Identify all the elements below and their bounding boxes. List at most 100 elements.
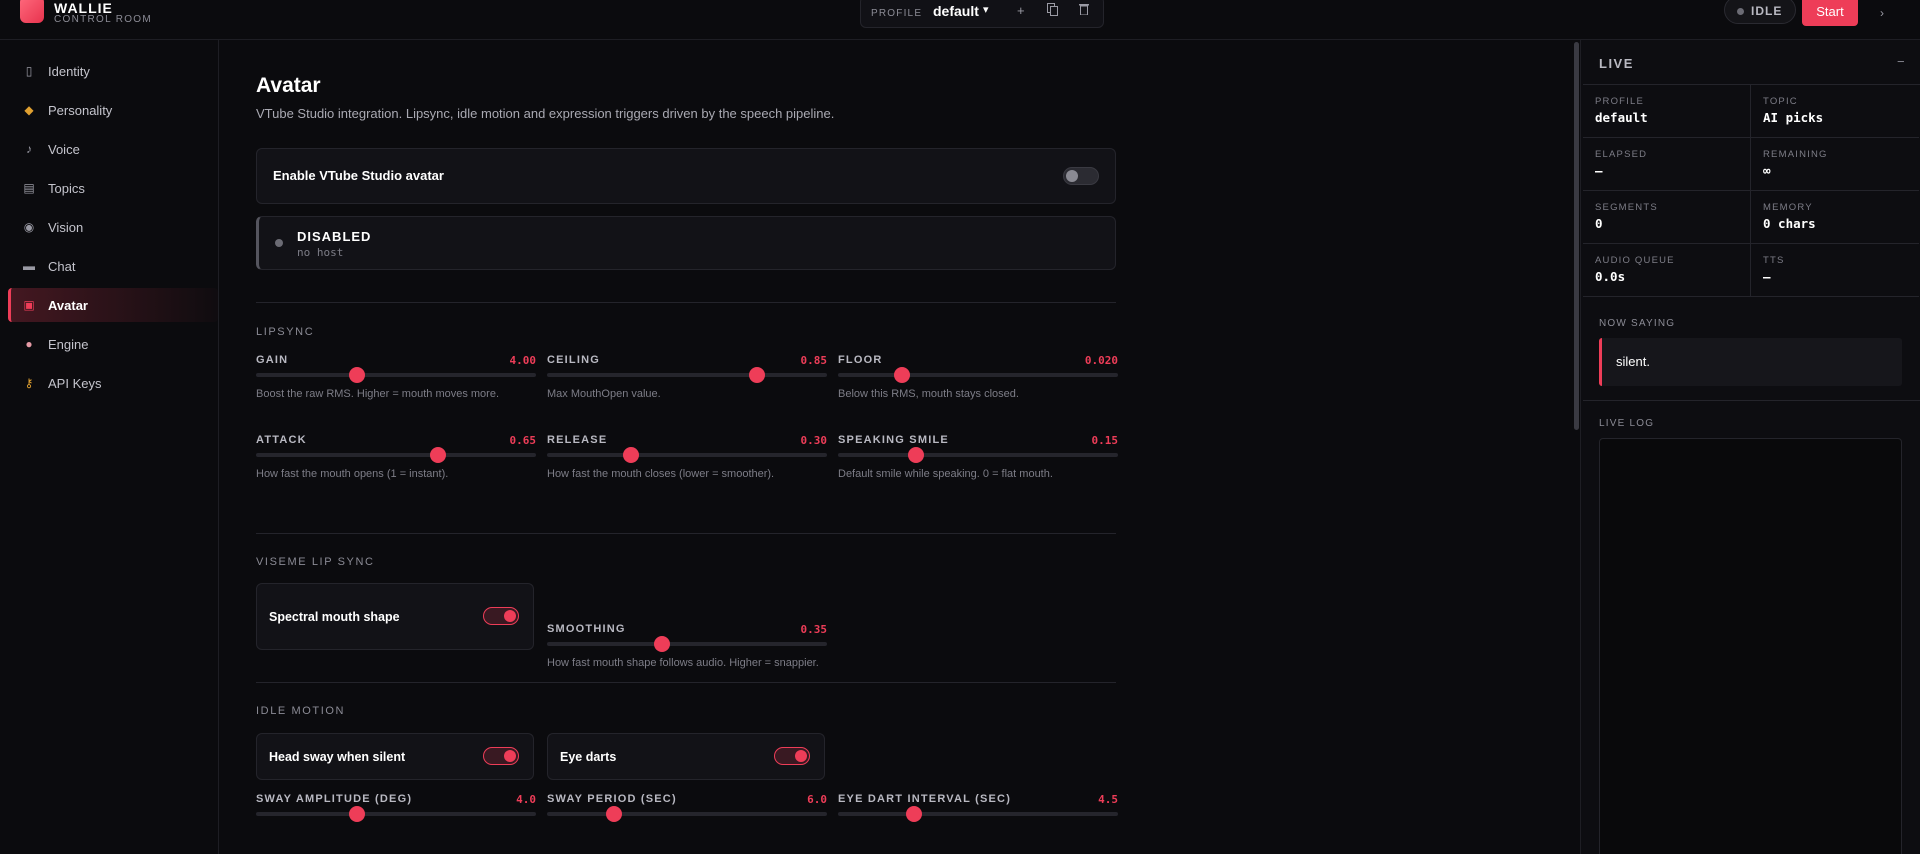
spectral-mouth-label: Spectral mouth shape xyxy=(269,610,400,624)
slider-thumb[interactable] xyxy=(894,367,911,383)
spectral-mouth-card: Spectral mouth shape xyxy=(256,583,534,650)
stat-key: MEMORY xyxy=(1763,202,1813,213)
slider-help: Below this RMS, mouth stays closed. xyxy=(838,388,1019,400)
stat-segments: SEGMENTS 0 xyxy=(1583,191,1751,244)
sidebar-item-vision[interactable]: ◉ Vision xyxy=(8,210,218,244)
slider-help: How fast the mouth closes (lower = smoot… xyxy=(547,468,775,480)
live-panel-title: LIVE xyxy=(1599,56,1634,71)
sidebar-item-label: Topics xyxy=(48,180,85,196)
live-stats-grid: PROFILE default TOPIC AI picks ELAPSED —… xyxy=(1583,84,1920,340)
sidebar-item-topics[interactable]: ▤ Topics xyxy=(8,171,218,205)
slider-label: CEILING xyxy=(547,354,601,366)
sway-period-slider[interactable]: SWAY PERIOD (SEC) 6.0 xyxy=(547,793,827,837)
eye-dart-interval-slider[interactable]: EYE DART INTERVAL (SEC) 4.5 xyxy=(838,793,1118,837)
gain-slider[interactable]: GAIN 4.00 Boost the raw RMS. Higher = mo… xyxy=(256,354,537,400)
slider-track[interactable] xyxy=(256,367,536,383)
floor-slider[interactable]: FLOOR 0.020 Below this RMS, mouth stays … xyxy=(838,354,1118,400)
slider-thumb[interactable] xyxy=(348,367,365,383)
slider-thumb[interactable] xyxy=(908,447,925,463)
masks-icon: ◆ xyxy=(24,103,34,117)
now-saying-text: silent. xyxy=(1616,354,1650,369)
sidebar-item-personality[interactable]: ◆ Personality xyxy=(8,93,218,127)
slider-thumb[interactable] xyxy=(348,806,365,822)
stat-memory: MEMORY 0 chars xyxy=(1751,191,1919,244)
sidebar-item-label: Voice xyxy=(48,141,80,157)
toggle-knob xyxy=(504,610,516,622)
slider-track[interactable] xyxy=(547,367,827,383)
release-slider[interactable]: RELEASE 0.30 How fast the mouth closes (… xyxy=(547,434,827,480)
stat-value: 0.0s xyxy=(1595,269,1626,284)
eye-darts-toggle[interactable] xyxy=(774,747,810,765)
speaking-smile-slider[interactable]: SPEAKING SMILE 0.15 Default smile while … xyxy=(838,434,1118,480)
avatar-icon: ▣ xyxy=(23,298,35,312)
slider-help: How fast the mouth opens (1 = instant). xyxy=(256,468,449,480)
head-sway-label: Head sway when silent xyxy=(269,750,406,764)
slider-thumb[interactable] xyxy=(623,447,639,463)
page-description: VTube Studio integration. Lipsync, idle … xyxy=(256,106,835,121)
slider-value: 4.5 xyxy=(1098,793,1118,806)
slider-thumb[interactable] xyxy=(905,806,922,822)
sidebar-item-engine[interactable]: ● Engine xyxy=(8,327,218,361)
slider-track[interactable] xyxy=(547,636,827,652)
slider-track[interactable] xyxy=(838,447,1118,463)
head-sway-toggle[interactable] xyxy=(483,747,519,765)
slider-track[interactable] xyxy=(256,806,536,822)
attack-slider[interactable]: ATTACK 0.65 How fast the mouth opens (1 … xyxy=(256,434,537,480)
start-button[interactable]: Start xyxy=(1802,0,1858,26)
slider-track[interactable] xyxy=(547,447,827,463)
slider-help: Max MouthOpen value. xyxy=(547,388,661,400)
sidebar-item-chat[interactable]: ▬ Chat xyxy=(8,249,218,283)
ceiling-slider[interactable]: CEILING 0.85 Max MouthOpen value. xyxy=(547,354,828,400)
slider-thumb[interactable] xyxy=(653,636,670,652)
profile-select[interactable]: default xyxy=(933,3,979,19)
stat-remaining: REMAINING ∞ xyxy=(1751,138,1919,191)
enable-avatar-toggle[interactable] xyxy=(1063,167,1099,185)
copy-icon[interactable] xyxy=(1047,3,1058,19)
slider-value: 0.65 xyxy=(509,434,537,447)
chevron-right-icon[interactable]: › xyxy=(1880,6,1884,20)
stat-profile: PROFILE default xyxy=(1583,85,1751,138)
sidebar-item-identity[interactable]: ▯ Identity xyxy=(8,54,218,88)
brand-subtitle: CONTROL ROOM xyxy=(54,14,153,25)
sidebar-item-label: API Keys xyxy=(48,375,102,391)
now-saying-box: silent. xyxy=(1599,338,1902,386)
sidebar-item-label: Identity xyxy=(48,63,90,79)
sidebar-item-voice[interactable]: ♪ Voice xyxy=(8,132,218,166)
sidebar-item-label: Engine xyxy=(48,336,89,352)
now-saying-label: NOW SAYING xyxy=(1599,318,1676,329)
smoothing-slider[interactable]: SMOOTHING 0.35 How fast mouth shape foll… xyxy=(547,623,827,669)
eye-icon: ◉ xyxy=(23,220,35,234)
slider-thumb[interactable] xyxy=(606,806,623,822)
sidebar-item-avatar[interactable]: ▣ Avatar xyxy=(8,288,218,322)
slider-track[interactable] xyxy=(838,806,1118,822)
collapse-icon[interactable]: − xyxy=(1897,54,1905,69)
sidebar-item-api-keys[interactable]: ⚷ API Keys xyxy=(8,366,218,400)
sidebar: ▯ Identity ◆ Personality ♪ Voice ▤ Topic… xyxy=(0,40,219,854)
key-icon: ⚷ xyxy=(24,376,34,390)
slider-help: How fast mouth shape follows audio. High… xyxy=(547,657,819,669)
trash-icon[interactable] xyxy=(1079,3,1089,18)
slider-value: 4.00 xyxy=(509,354,537,367)
slider-thumb[interactable] xyxy=(430,447,446,463)
brain-icon: ● xyxy=(25,337,33,351)
slider-label: SMOOTHING xyxy=(547,623,626,635)
sway-amplitude-slider[interactable]: SWAY AMPLITUDE (DEG) 4.0 xyxy=(256,793,536,837)
slider-track[interactable] xyxy=(256,447,536,463)
slider-value: 4.0 xyxy=(516,793,536,806)
main-scrollbar[interactable] xyxy=(1574,42,1579,430)
slider-value: 0.85 xyxy=(800,354,828,367)
slider-label: RELEASE xyxy=(547,434,608,446)
spectral-mouth-toggle[interactable] xyxy=(483,607,519,625)
slider-label: GAIN xyxy=(256,354,289,366)
live-log[interactable] xyxy=(1599,438,1902,854)
divider xyxy=(256,682,1116,683)
slider-thumb[interactable] xyxy=(749,367,765,383)
slider-track[interactable] xyxy=(838,367,1118,383)
chevron-down-icon[interactable]: ▾ xyxy=(983,3,989,16)
sidebar-item-label: Chat xyxy=(48,258,76,274)
sidebar-item-label: Vision xyxy=(48,219,84,235)
toggle-knob xyxy=(1066,170,1078,182)
add-profile-button[interactable]: + xyxy=(1017,3,1025,18)
slider-label: FLOOR xyxy=(838,354,883,366)
slider-track[interactable] xyxy=(547,806,827,822)
